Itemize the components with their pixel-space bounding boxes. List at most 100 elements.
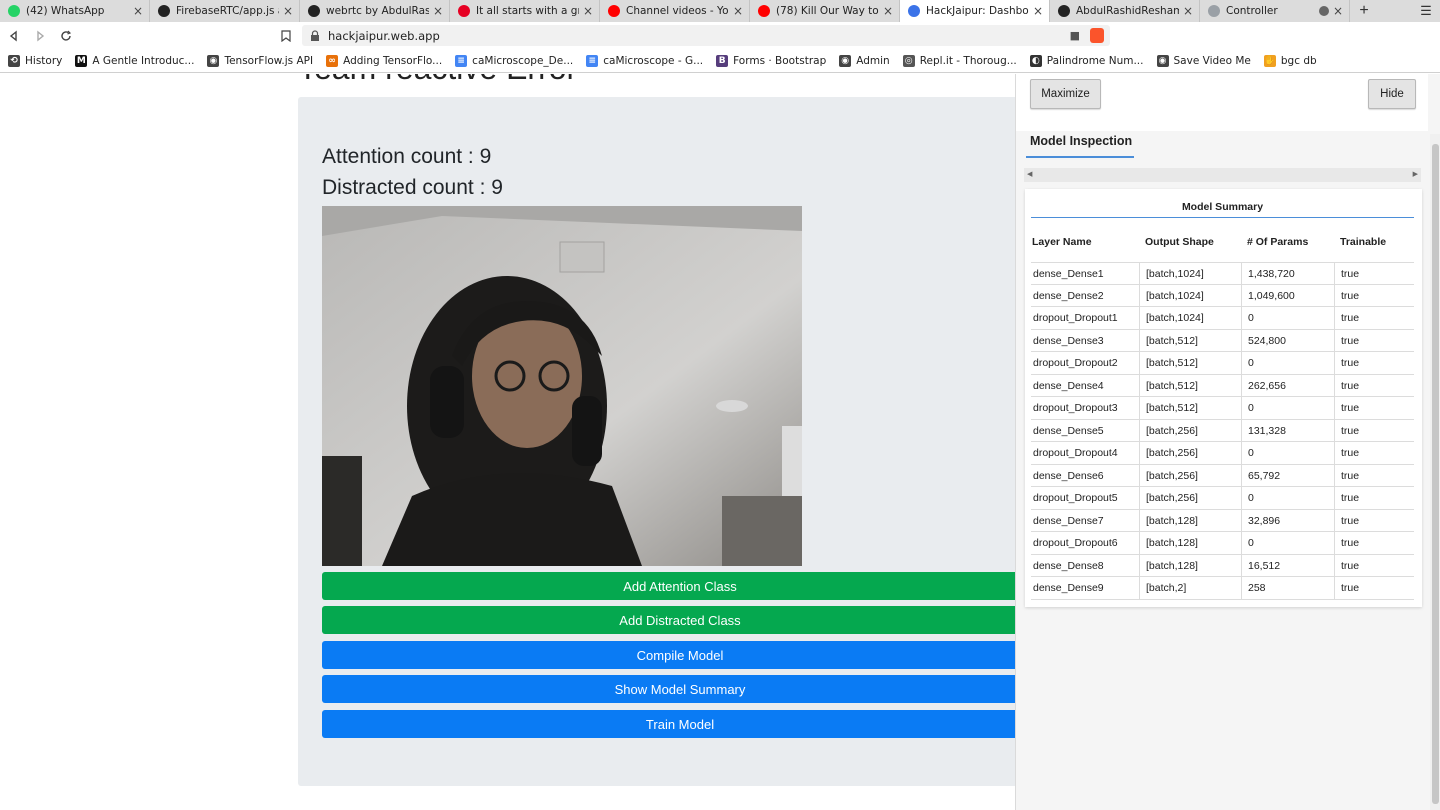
model-summary-table: dense_Dense1 [batch,1024] 1,438,720 true den… xyxy=(1031,262,1414,600)
cell-divider xyxy=(1334,329,1335,352)
hide-button[interactable]: Hide xyxy=(1368,79,1416,109)
output-shape-cell: [batch,512] xyxy=(1146,379,1198,392)
bookmark-item[interactable]: M A Gentle Introduc... xyxy=(75,54,194,67)
browser-tab[interactable]: webrtc by AbdulRashidR × xyxy=(300,0,450,22)
browser-tab[interactable]: FirebaseRTC/app.js at so × xyxy=(150,0,300,22)
browser-tab[interactable]: Channel videos - YouTub × xyxy=(600,0,750,22)
tab-title: HackJaipur: Dashboard | xyxy=(926,5,1029,17)
close-tab-icon[interactable]: × xyxy=(733,4,743,18)
cell-divider xyxy=(1139,509,1140,532)
trainable-cell: true xyxy=(1341,379,1360,392)
replit-icon: ◎ xyxy=(902,54,915,67)
trainable-cell: true xyxy=(1341,447,1360,459)
tab-favicon-icon xyxy=(308,5,320,17)
close-tab-icon[interactable]: × xyxy=(433,4,443,18)
tab-model-inspection[interactable]: Model Inspection xyxy=(1026,132,1134,158)
close-tab-icon[interactable]: × xyxy=(133,4,143,18)
bookmark-item[interactable]: ⟲ History xyxy=(8,54,63,67)
trainable-cell: true xyxy=(1341,289,1360,302)
browser-tab[interactable]: It all starts with a great × xyxy=(450,0,600,22)
bookmark-item[interactable]: ∞ Adding TensorFlo... xyxy=(326,54,442,67)
params-cell: 1,438,720 xyxy=(1248,268,1295,280)
browser-tab[interactable]: Controller × xyxy=(1200,0,1350,22)
bookmark-item[interactable]: ◉ TensorFlow.js API xyxy=(207,54,313,67)
bookmark-item[interactable]: ◉ Save Video Me xyxy=(1156,54,1251,67)
compile-model-button[interactable]: Compile Model xyxy=(322,641,1038,669)
bookmark-item[interactable]: B Forms · Bootstrap xyxy=(716,54,826,67)
camera-in-use-icon[interactable]: ■ xyxy=(1070,29,1080,42)
output-shape-cell: [batch,256] xyxy=(1146,447,1198,459)
cell-divider xyxy=(1334,352,1335,374)
close-tab-icon[interactable]: × xyxy=(1333,4,1343,18)
close-tab-icon[interactable]: × xyxy=(1183,4,1193,18)
forward-button[interactable] xyxy=(28,24,52,48)
tab-title: FirebaseRTC/app.js at so xyxy=(176,5,279,17)
browser-tabstrip: (42) WhatsApp×FirebaseRTC/app.js at so×w… xyxy=(0,0,1440,22)
output-shape-cell: [batch,256] xyxy=(1146,469,1198,482)
new-tab-button[interactable]: + xyxy=(1350,0,1378,22)
output-shape-cell: [batch,1024] xyxy=(1146,312,1204,324)
close-tab-icon[interactable]: × xyxy=(283,4,293,18)
output-shape-cell: [batch,1024] xyxy=(1146,289,1204,302)
params-cell: 0 xyxy=(1248,357,1254,369)
show-model-summary-button[interactable]: Show Model Summary xyxy=(322,675,1038,703)
scrollbar-thumb[interactable] xyxy=(1432,144,1439,804)
bookmark-item[interactable]: ≡ caMicroscope_De... xyxy=(455,54,573,67)
bookmark-icon[interactable] xyxy=(274,24,298,48)
cell-divider xyxy=(1334,263,1335,285)
bookmark-item[interactable]: ≡ caMicroscope - G... xyxy=(586,54,703,67)
browser-tab[interactable]: HackJaipur: Dashboard | × xyxy=(900,0,1050,22)
tab-title: It all starts with a great xyxy=(476,5,579,17)
cell-divider xyxy=(1334,554,1335,577)
bookmark-item[interactable]: ✋ bgc db xyxy=(1263,54,1317,67)
scroll-left-icon[interactable]: ◀ xyxy=(1027,170,1032,178)
params-cell: 262,656 xyxy=(1248,379,1286,392)
address-bar[interactable]: hackjaipur.web.app ■ xyxy=(302,25,1110,46)
reload-button[interactable] xyxy=(54,24,78,48)
bookmark-item[interactable]: ◎ Repl.it - Thoroug... xyxy=(902,54,1017,67)
tab-search-menu-icon[interactable]: ☰ xyxy=(1412,0,1440,22)
params-cell: 131,328 xyxy=(1248,424,1286,437)
browser-tab[interactable]: AbdulRashidReshamwal × xyxy=(1050,0,1200,22)
add-distracted-class-button[interactable]: Add Distracted Class xyxy=(322,606,1038,634)
back-button[interactable] xyxy=(2,24,26,48)
bookmark-label: History xyxy=(25,54,63,67)
cell-divider xyxy=(1139,464,1140,487)
maximize-button[interactable]: Maximize xyxy=(1030,79,1101,109)
scroll-right-icon[interactable]: ▶ xyxy=(1413,170,1418,178)
globe-icon: ◉ xyxy=(1156,54,1169,67)
trainable-cell: true xyxy=(1341,582,1360,594)
layer-name-cell: dense_Dense4 xyxy=(1033,379,1104,392)
visor-header: Maximize Hide xyxy=(1016,74,1428,131)
add-attention-class-button[interactable]: Add Attention Class xyxy=(322,572,1038,600)
layer-name-cell: dense_Dense9 xyxy=(1033,582,1104,594)
vertical-scrollbar[interactable] xyxy=(1430,134,1440,810)
train-model-button[interactable]: Train Model xyxy=(322,710,1038,738)
cell-divider xyxy=(1241,307,1242,329)
cell-divider xyxy=(1334,487,1335,509)
layer-name-cell: dense_Dense5 xyxy=(1033,424,1104,437)
bookmark-label: Save Video Me xyxy=(1173,54,1251,67)
browser-tab[interactable]: (78) Kill Our Way to H × xyxy=(750,0,900,22)
cell-divider xyxy=(1241,509,1242,532)
bookmark-item[interactable]: ◉ Admin xyxy=(839,54,890,67)
bookmark-item[interactable]: ◐ Palindrome Num... xyxy=(1029,54,1144,67)
params-cell: 65,792 xyxy=(1248,469,1281,482)
tab-title: (42) WhatsApp xyxy=(26,5,105,17)
cell-divider xyxy=(1139,329,1140,352)
close-tab-icon[interactable]: × xyxy=(583,4,593,18)
output-shape-cell: [batch,512] xyxy=(1146,402,1198,414)
horizontal-scrollbar[interactable]: ◀ ▶ xyxy=(1024,168,1421,182)
close-tab-icon[interactable]: × xyxy=(883,4,893,18)
table-row: dense_Dense3 [batch,512] 524,800 true xyxy=(1031,329,1414,352)
params-cell: 0 xyxy=(1248,492,1254,504)
tfvis-visor: Maximize Hide Model Inspection ◀ ▶ Model… xyxy=(1015,74,1440,810)
bookmarks-bar: ⟲ History M A Gentle Introduc... ◉ TensorFlow… xyxy=(0,49,1440,73)
params-cell: 524,800 xyxy=(1248,334,1286,347)
browser-tab[interactable]: (42) WhatsApp × xyxy=(0,0,150,22)
bookmark-label: bgc db xyxy=(1280,54,1317,67)
close-tab-icon[interactable]: × xyxy=(1033,4,1043,18)
cell-divider xyxy=(1334,419,1335,442)
tab-favicon-icon xyxy=(458,5,470,17)
brave-shields-icon[interactable] xyxy=(1090,28,1104,43)
